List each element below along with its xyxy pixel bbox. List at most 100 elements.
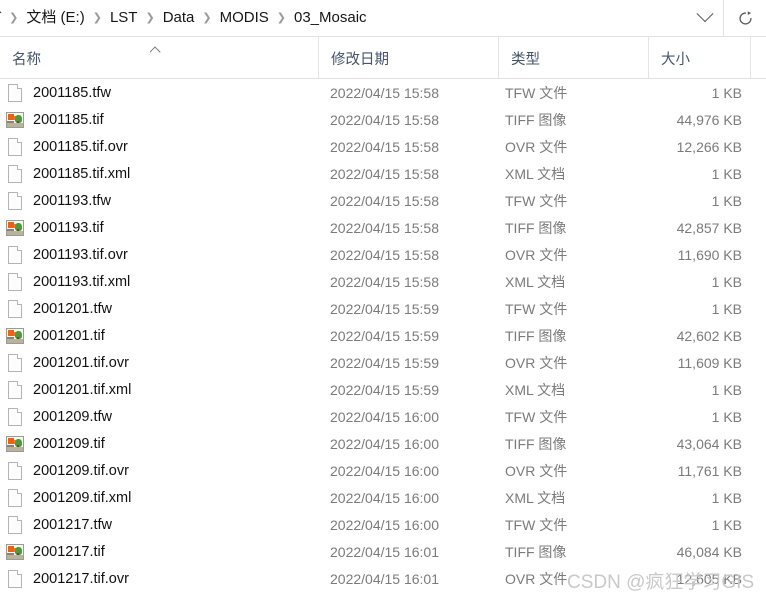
file-size-cell: 1 KB — [711, 489, 742, 506]
file-name-cell[interactable]: 2001185.tfw — [0, 83, 318, 103]
file-name-label: 2001185.tif.xml — [33, 165, 131, 182]
sort-ascending-icon — [150, 44, 161, 55]
file-row[interactable]: 2001217.tif.ovr 2022/04/15 16:01 OVR 文件 12,… — [0, 565, 766, 592]
breadcrumb[interactable]: î❯文档 (E:)❯LST❯Data❯MODIS❯03_Mosaic — [0, 6, 687, 30]
file-size-cell: 1 KB — [711, 300, 742, 317]
file-row[interactable]: 2001193.tif 2022/04/15 15:58 TIFF 图像 42,857… — [0, 214, 766, 241]
file-type-cell: TIFF 图像 — [505, 435, 567, 452]
breadcrumb-item-4[interactable]: MODIS — [216, 6, 273, 30]
file-row[interactable]: 2001209.tif.xml 2022/04/15 16:00 XML 文档 1 K… — [0, 484, 766, 511]
file-name-cell[interactable]: 2001193.tif.ovr — [0, 245, 318, 265]
column-header-type[interactable]: 类型 — [498, 37, 648, 79]
document-icon — [5, 461, 25, 481]
file-name-cell[interactable]: 2001185.tif — [0, 110, 318, 130]
file-date-cell: 2022/04/15 16:00 — [330, 516, 439, 533]
file-row[interactable]: 2001185.tif.ovr 2022/04/15 15:58 OVR 文件 12,… — [0, 133, 766, 160]
file-name-label: 2001217.tif.ovr — [33, 570, 129, 587]
file-name-cell[interactable]: 2001201.tif.ovr — [0, 353, 318, 373]
breadcrumb-item-5[interactable]: 03_Mosaic — [290, 6, 371, 30]
refresh-button[interactable] — [723, 0, 766, 37]
file-name-label: 2001201.tif — [33, 327, 105, 344]
file-row[interactable]: 2001201.tfw 2022/04/15 15:59 TFW 文件 1 KB — [0, 295, 766, 322]
document-icon — [5, 164, 25, 184]
file-size-cell: 46,084 KB — [676, 543, 742, 560]
file-size-cell: 12,605 KB — [676, 570, 742, 587]
file-row[interactable]: 2001201.tif 2022/04/15 15:59 TIFF 图像 42,602… — [0, 322, 766, 349]
file-type-cell: TIFF 图像 — [505, 111, 567, 128]
breadcrumb-item-1[interactable]: 文档 (E:) — [22, 6, 88, 30]
file-name-cell[interactable]: 2001209.tfw — [0, 407, 318, 427]
file-type-cell: OVR 文件 — [505, 246, 568, 263]
address-dropdown-button[interactable] — [687, 0, 723, 37]
file-date-cell: 2022/04/15 16:01 — [330, 543, 439, 560]
file-date-cell: 2022/04/15 16:00 — [330, 489, 439, 506]
file-type-cell: OVR 文件 — [505, 354, 568, 371]
file-row[interactable]: 2001185.tfw 2022/04/15 15:58 TFW 文件 1 KB — [0, 79, 766, 106]
breadcrumb-separator-icon: ❯ — [276, 12, 286, 24]
file-type-cell: TFW 文件 — [505, 192, 568, 209]
file-name-cell[interactable]: 2001209.tif.xml — [0, 488, 318, 508]
file-name-label: 2001193.tif.xml — [33, 273, 131, 290]
breadcrumb-item-2[interactable]: LST — [106, 6, 142, 30]
column-header-name[interactable]: 名称 — [0, 37, 318, 79]
file-size-cell: 43,064 KB — [676, 435, 742, 452]
document-icon — [5, 515, 25, 535]
file-name-cell[interactable]: 2001217.tif — [0, 542, 318, 562]
file-name-label: 2001217.tif — [33, 543, 105, 560]
file-name-cell[interactable]: 2001209.tif.ovr — [0, 461, 318, 481]
file-row[interactable]: 2001185.tif.xml 2022/04/15 15:58 XML 文档 1 K… — [0, 160, 766, 187]
file-row[interactable]: 2001185.tif 2022/04/15 15:58 TIFF 图像 44,976… — [0, 106, 766, 133]
file-name-cell[interactable]: 2001193.tif — [0, 218, 318, 238]
file-name-cell[interactable]: 2001185.tif.ovr — [0, 137, 318, 157]
file-size-cell: 1 KB — [711, 165, 742, 182]
file-name-cell[interactable]: 2001201.tfw — [0, 299, 318, 319]
column-header-name-label: 名称 — [12, 51, 41, 68]
file-name-cell[interactable]: 2001209.tif — [0, 434, 318, 454]
file-name-label: 2001201.tif.xml — [33, 381, 132, 398]
file-date-cell: 2022/04/15 16:00 — [330, 408, 439, 425]
file-name-label: 2001209.tif — [33, 435, 105, 452]
file-row[interactable]: 2001193.tif.xml 2022/04/15 15:58 XML 文档 1 K… — [0, 268, 766, 295]
file-size-cell: 1 KB — [711, 381, 742, 398]
file-row[interactable]: 2001193.tif.ovr 2022/04/15 15:58 OVR 文件 11,… — [0, 241, 766, 268]
file-name-cell[interactable]: 2001193.tfw — [0, 191, 318, 211]
file-row[interactable]: 2001217.tfw 2022/04/15 16:00 TFW 文件 1 KB — [0, 511, 766, 538]
file-size-cell: 1 KB — [711, 84, 742, 101]
document-icon — [5, 191, 25, 211]
file-row[interactable]: 2001217.tif 2022/04/15 16:01 TIFF 图像 46,084… — [0, 538, 766, 565]
file-name-cell[interactable]: 2001217.tfw — [0, 515, 318, 535]
column-header-size[interactable]: 大小 — [648, 37, 750, 79]
file-date-cell: 2022/04/15 15:58 — [330, 219, 439, 236]
column-header-date[interactable]: 修改日期 — [318, 37, 498, 79]
image-icon — [5, 542, 25, 562]
file-row[interactable]: 2001209.tif.ovr 2022/04/15 16:00 OVR 文件 11,… — [0, 457, 766, 484]
file-date-cell: 2022/04/15 15:58 — [330, 84, 439, 101]
file-size-cell: 42,857 KB — [676, 219, 742, 236]
breadcrumb-separator-icon: ❯ — [202, 12, 212, 24]
file-date-cell: 2022/04/15 15:58 — [330, 273, 439, 290]
file-name-cell[interactable]: 2001185.tif.xml — [0, 164, 318, 184]
file-list[interactable]: 2001185.tfw 2022/04/15 15:58 TFW 文件 1 KB 200… — [0, 79, 766, 592]
file-name-label: 2001193.tfw — [33, 192, 111, 209]
file-size-cell: 44,976 KB — [676, 111, 742, 128]
file-date-cell: 2022/04/15 15:59 — [330, 354, 439, 371]
file-size-cell: 11,761 KB — [677, 462, 742, 479]
file-name-cell[interactable]: 2001193.tif.xml — [0, 272, 318, 292]
file-name-cell[interactable]: 2001217.tif.ovr — [0, 569, 318, 589]
file-row[interactable]: 2001201.tif.xml 2022/04/15 15:59 XML 文档 1 K… — [0, 376, 766, 403]
file-row[interactable]: 2001193.tfw 2022/04/15 15:58 TFW 文件 1 KB — [0, 187, 766, 214]
file-row[interactable]: 2001209.tfw 2022/04/15 16:00 TFW 文件 1 KB — [0, 403, 766, 430]
column-header-end-divider — [750, 37, 751, 79]
file-name-label: 2001201.tfw — [33, 300, 113, 317]
file-date-cell: 2022/04/15 15:59 — [330, 300, 439, 317]
breadcrumb-item-3[interactable]: Data — [159, 6, 199, 30]
file-row[interactable]: 2001209.tif 2022/04/15 16:00 TIFF 图像 43,064… — [0, 430, 766, 457]
file-type-cell: TFW 文件 — [505, 84, 568, 101]
file-name-cell[interactable]: 2001201.tif.xml — [0, 380, 318, 400]
file-name-cell[interactable]: 2001201.tif — [0, 326, 318, 346]
document-icon — [5, 299, 25, 319]
file-row[interactable]: 2001201.tif.ovr 2022/04/15 15:59 OVR 文件 11,… — [0, 349, 766, 376]
file-name-label: 2001201.tif.ovr — [33, 354, 129, 371]
file-type-cell: XML 文档 — [505, 489, 566, 506]
document-icon — [5, 353, 25, 373]
